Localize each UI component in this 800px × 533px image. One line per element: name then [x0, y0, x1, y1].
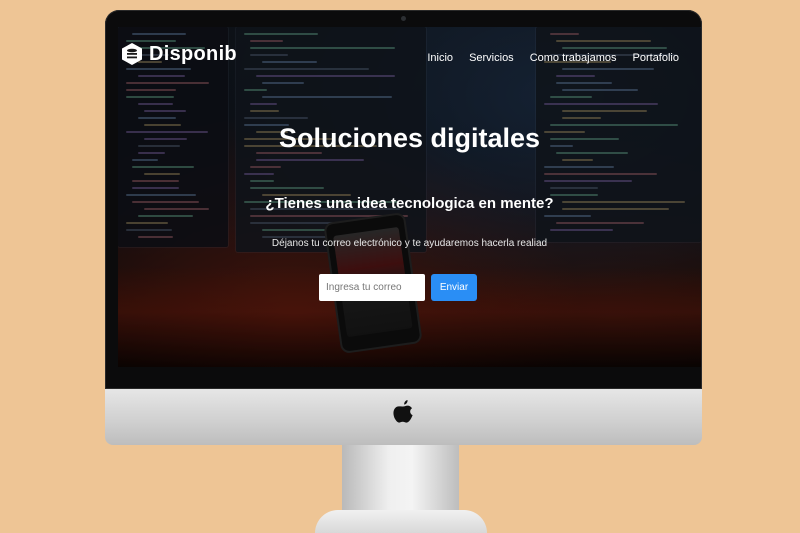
- nav-item-como-trabajamos[interactable]: Como trabajamos: [530, 52, 617, 64]
- hero-title: Soluciones digitales: [278, 123, 541, 153]
- main-nav: Inicio Servicios Como trabajamos Portafo…: [427, 52, 679, 64]
- hero-subtitle: ¿Tienes una idea tecnologica en mente?: [265, 195, 554, 212]
- brand-name: Disponib: [149, 42, 237, 65]
- hero-description: Déjanos tu correo electrónico y te ayuda…: [271, 238, 548, 249]
- imac-stand-neck: [342, 445, 459, 520]
- email-input[interactable]: [319, 274, 425, 301]
- nav-item-servicios[interactable]: Servicios: [469, 52, 514, 64]
- brand-logo[interactable]: Disponib: [121, 42, 237, 66]
- website-screen: Disponib Inicio Servicios Como trabajamo…: [118, 27, 701, 367]
- camera-icon: [401, 16, 406, 21]
- send-button[interactable]: Enviar: [431, 274, 477, 301]
- hexagon-database-icon: [122, 43, 142, 65]
- imac-stand-base: [315, 510, 487, 533]
- nav-item-portafolio[interactable]: Portafolio: [633, 52, 679, 64]
- nav-item-inicio[interactable]: Inicio: [427, 52, 453, 64]
- apple-logo-icon: [393, 400, 413, 423]
